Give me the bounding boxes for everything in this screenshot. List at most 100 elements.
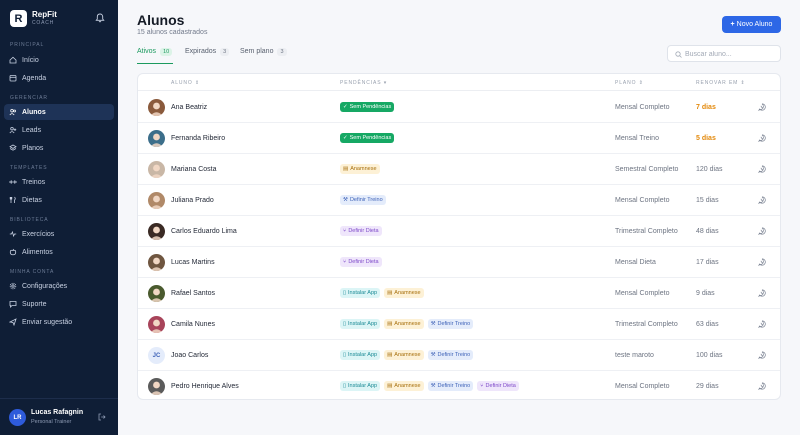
tab-sem-plano[interactable]: Sem plano 3 [240,48,287,64]
student-name[interactable]: Rafael Santos [171,290,215,297]
pending-badges: ⑂ Definir Dieta [340,257,382,267]
sidebar-item-exercicios[interactable]: Exercícios [4,226,114,242]
utensils-icon [9,196,16,203]
badge-label: Instalar App [348,321,378,327]
badge-icon: ▤ [387,352,393,358]
page-subtitle: 15 alunos cadastrados [137,29,208,36]
avatar [148,378,165,395]
dumbbell-icon [9,180,17,184]
search-box [667,45,781,62]
tab-expirados[interactable]: Expirados 3 [185,48,230,64]
sidebar-item-enviar-sugestao[interactable]: Enviar sugestão [4,314,114,330]
renew-in: 9 dias [696,290,715,297]
student-name[interactable]: Ana Beatriz [171,104,207,111]
sidebar-item-alimentos[interactable]: Alimentos [4,244,114,260]
table-row[interactable]: Fernanda Ribeiro ✓ Sem Pendências Mensal Tr… [138,123,780,154]
status-badge: ⑂ Definir Dieta [340,257,382,267]
column-pendencias[interactable]: PENDÊNCIAS ▾ [340,80,387,86]
avatar [148,130,165,147]
whatsapp-icon[interactable] [758,165,766,173]
whatsapp-icon[interactable] [758,382,766,390]
tab-ativos[interactable]: Ativos 10 [137,48,173,64]
whatsapp-icon[interactable] [758,134,766,142]
table-row[interactable]: Lucas Martins ⑂ Definir Dieta Mensal Dieta 1… [138,247,780,278]
column-plano[interactable]: PLANO ⇕ [615,80,644,86]
sidebar-item-label: Alimentos [22,248,53,256]
sidebar-item-leads[interactable]: Leads [4,122,114,138]
badge-label: Definir Dieta [485,383,516,389]
new-student-label: Novo Aluno [736,21,773,28]
status-badge: ▤ Anamnese [384,350,424,360]
whatsapp-icon[interactable] [758,258,766,266]
users-icon [9,109,17,116]
sidebar-item-treinos[interactable]: Treinos [4,174,114,190]
sidebar-item-agenda[interactable]: Agenda [4,70,114,86]
badge-label: Definir Treino [349,197,383,203]
whatsapp-icon[interactable] [758,227,766,235]
sidebar-item-dietas[interactable]: Dietas [4,192,114,208]
chat-icon [9,301,17,308]
column-renovar-em[interactable]: RENOVAR EM ⇕ [696,80,746,86]
sidebar-item-planos[interactable]: Planos [4,140,114,156]
sidebar-item-label: Dietas [22,196,42,204]
search-input[interactable] [685,48,777,60]
badge-icon: ✓ [343,104,348,110]
table-row[interactable]: Ana Beatriz ✓ Sem Pendências Mensal Complet… [138,92,780,123]
user-profile[interactable]: LR Lucas Rafagnin Personal Trainer [0,398,118,435]
whatsapp-icon[interactable] [758,320,766,328]
sidebar-item-suporte[interactable]: Suporte [4,296,114,312]
table-row[interactable]: Rafael Santos ▯ Instalar App ▤ Anamnese Mensa… [138,278,780,309]
sidebar-item-label: Alunos [22,108,46,116]
tab-label: Expirados [185,48,217,55]
badge-icon: ▤ [387,290,393,296]
badge-label: Anamnese [394,321,421,327]
table-row[interactable]: Mariana Costa ▤ Anamnese Semestral Completo… [138,154,780,185]
badge-label: Definir Dieta [348,259,379,265]
whatsapp-icon[interactable] [758,351,766,359]
logout-icon[interactable] [98,413,106,421]
plus-icon: + [730,21,735,28]
table-row[interactable]: Pedro Henrique Alves ▯ Instalar App ▤ Anamne… [138,371,780,399]
new-student-button[interactable]: + Novo Aluno [722,16,781,33]
sidebar-item-inicio[interactable]: Início [4,52,114,68]
student-name[interactable]: Juliana Prado [171,197,214,204]
student-name[interactable]: Carlos Eduardo Lima [171,228,237,235]
sidebar-item-alunos[interactable]: Alunos [4,104,114,120]
badge-label: Definir Dieta [348,228,379,234]
brand[interactable]: R RepFit COACH [10,10,57,27]
sidebar-item-label: Agenda [22,74,47,82]
whatsapp-icon[interactable] [758,196,766,204]
whatsapp-icon[interactable] [758,103,766,111]
table-row[interactable]: Juliana Prado ⚒ Definir Treino Mensal Compl… [138,185,780,216]
status-badge: ⚒ Definir Treino [427,381,474,391]
badge-icon: ⚒ [430,383,436,389]
bell-icon[interactable] [95,13,105,23]
student-name[interactable]: Mariana Costa [171,166,217,173]
table-header: ALUNO ⇕ PENDÊNCIAS ▾ PLANO ⇕ RENOVAR EM … [138,74,780,91]
badge-icon: ⚒ [430,321,436,327]
badge-label: Definir Treino [437,352,471,358]
layers-icon [9,144,17,151]
badge-label: Definir Treino [437,383,471,389]
renew-in: 17 dias [696,259,719,266]
student-name[interactable]: Pedro Henrique Alves [171,383,239,390]
table-row[interactable]: JC Joao Carlos ▯ Instalar App ▤ Anamnese ⚒ Defi… [138,340,780,371]
status-badge: ⑂ Definir Dieta [477,381,519,391]
whatsapp-icon[interactable] [758,289,766,297]
badge-icon: ▯ [343,290,347,296]
badge-icon: ▯ [343,321,347,327]
table-row[interactable]: Carlos Eduardo Lima ⑂ Definir Dieta Trimest… [138,216,780,247]
table-row[interactable]: Camila Nunes ▯ Instalar App ▤ Anamnese ⚒ Defin… [138,309,780,340]
student-name[interactable]: Lucas Martins [171,259,215,266]
student-name[interactable]: Camila Nunes [171,321,215,328]
apple-icon [9,248,17,256]
gear-icon [9,282,17,290]
column-aluno[interactable]: ALUNO ⇕ [171,80,200,86]
plan-name: Mensal Treino [615,135,659,142]
student-name[interactable]: Fernanda Ribeiro [171,135,225,142]
nav-section-title: PRINCIPAL [10,42,45,48]
pending-badges: ⚒ Definir Treino [340,195,386,205]
status-badge: ⚒ Definir Treino [427,319,474,329]
sidebar-item-configuracoes[interactable]: Configurações [4,278,114,294]
student-name[interactable]: Joao Carlos [171,352,208,359]
